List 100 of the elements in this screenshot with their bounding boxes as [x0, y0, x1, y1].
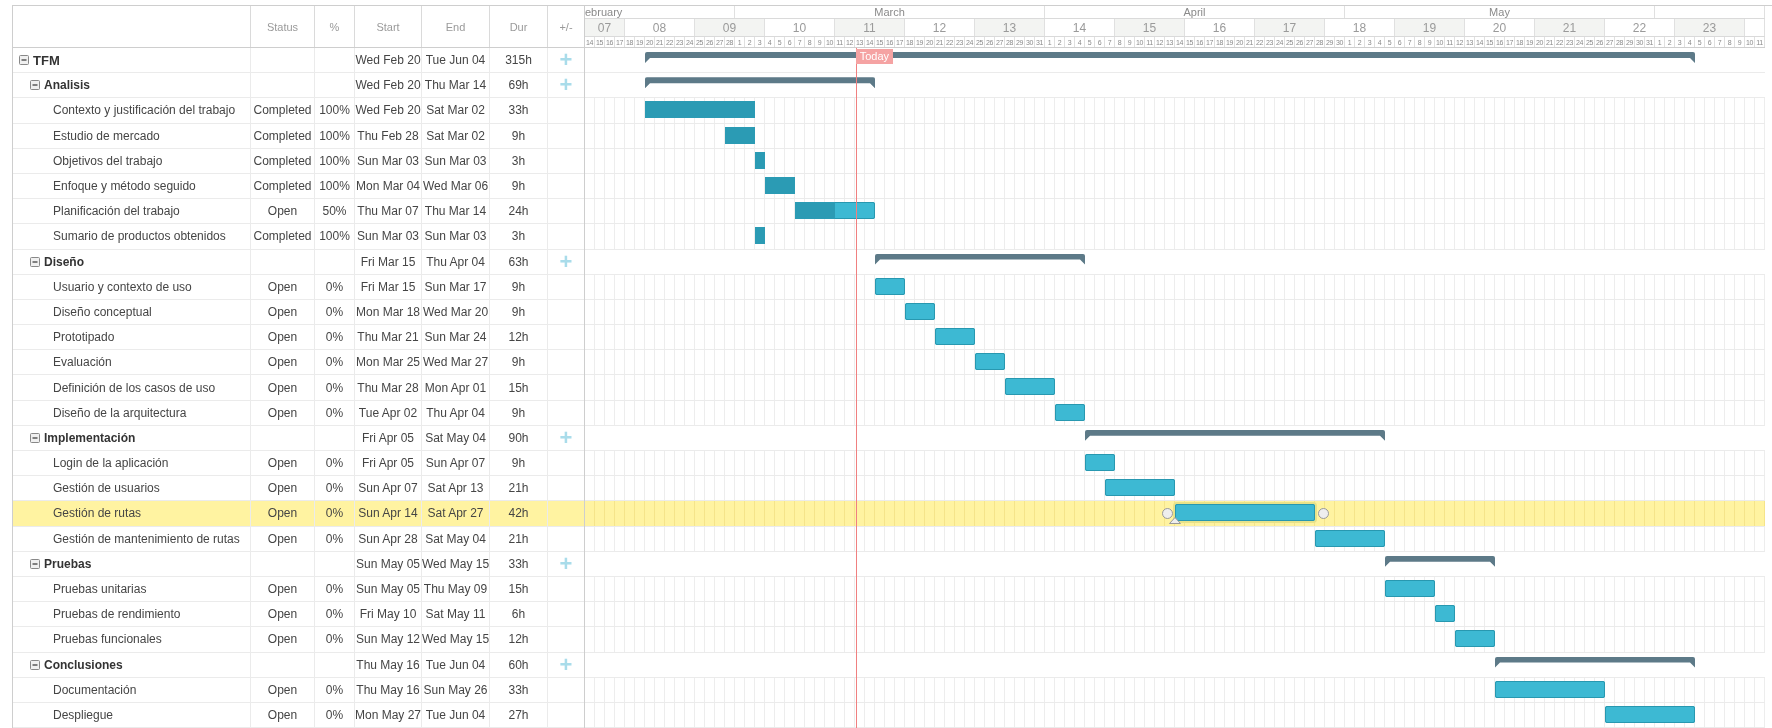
- task-bar[interactable]: [905, 302, 935, 320]
- week-label: 19: [1422, 20, 1437, 35]
- start-date: Thu May 16: [356, 682, 420, 697]
- end-date: Sat May 04: [425, 531, 486, 546]
- duration-text: 9h: [511, 304, 526, 319]
- duration-text: 315h: [505, 53, 532, 68]
- summary-bar[interactable]: [875, 253, 1085, 265]
- task-bar[interactable]: [755, 227, 765, 245]
- task-bar[interactable]: [725, 126, 755, 144]
- collapse-icon[interactable]: [30, 558, 40, 569]
- start-date: Thu Mar 28: [357, 380, 419, 395]
- collapse-icon[interactable]: [30, 432, 40, 443]
- task-row[interactable]: Gestión de rutas Open 0% Sun Apr 14 Sat Apr 27 42h: [13, 501, 584, 527]
- task-row[interactable]: Evaluación Open 0% Mon Mar 25 Wed Mar 27 9h: [13, 350, 584, 376]
- task-row[interactable]: Usuario y contexto de uso Open 0% Fri Mar 15 Sun Mar 17 9h: [13, 274, 584, 300]
- task-row[interactable]: Despliegue Open 0% Mon May 27 Tue Jun 04 27h: [13, 702, 584, 728]
- task-bar[interactable]: [1055, 403, 1085, 421]
- task-bar[interactable]: [1455, 630, 1495, 648]
- end-date: Sun Mar 03: [424, 153, 487, 168]
- collapse-icon[interactable]: [30, 80, 40, 91]
- task-name: Gestión de mantenimiento de rutas: [53, 531, 240, 546]
- task-row[interactable]: Pruebas Sun May 05Wed May 15 33h +: [13, 551, 584, 577]
- task-row[interactable]: Conclusiones Thu May 16 Tue Jun 04 60h +: [13, 652, 584, 678]
- task-bar[interactable]: [1105, 479, 1175, 497]
- task-row[interactable]: Diseño Fri Mar 15 Thu Apr 04 63h +: [13, 249, 584, 275]
- task-name: Contexto y justificación del trabajo: [53, 103, 236, 118]
- task-row[interactable]: Gestión de mantenimiento de rutas Open 0% Sun Apr 28 Sat May 04 21h: [13, 526, 584, 552]
- task-name: Gestión de usuarios: [53, 481, 160, 496]
- start-date: Sun May 05: [355, 556, 420, 571]
- task-bar[interactable]: [935, 328, 975, 346]
- task-bar[interactable]: [755, 151, 765, 169]
- task-bar[interactable]: [1605, 705, 1695, 723]
- task-row[interactable]: Login de la aplicación Open 0% Fri Apr 05 Sun Apr 07 9h: [13, 451, 584, 477]
- task-row[interactable]: Analisis Wed Feb 20 Thu Mar 14 69h +: [13, 73, 584, 99]
- task-row[interactable]: Prototipado Open 0% Thu Mar 21 Sun Mar 24 12h: [13, 325, 584, 351]
- task-bar[interactable]: [1315, 529, 1385, 547]
- task-row[interactable]: Pruebas unitarias Open 0% Sun May 05 Thu May 09 15h: [13, 576, 584, 603]
- status-text: Completed: [253, 128, 312, 143]
- end-date: Sun May 26: [423, 682, 488, 697]
- end-date: Sat Apr 27: [427, 506, 484, 521]
- today-label: Today: [855, 49, 894, 64]
- month-label: April: [1183, 6, 1206, 18]
- task-row[interactable]: Definición de los casos de uso Open 0% Thu Mar 28 Mon Apr 01 15h: [13, 375, 584, 401]
- task-name: Definición de los casos de uso: [53, 380, 216, 395]
- duration-text: 9h: [511, 179, 526, 194]
- task-row[interactable]: Enfoque y método seguido Completed 100% Mon Mar 04 Wed Mar 06 9h: [13, 173, 584, 200]
- task-bar[interactable]: [1175, 504, 1315, 522]
- task-row[interactable]: Sumario de productos obtenidos Completed 100% Sun Mar 03 Sun Mar 03 3h: [13, 224, 584, 250]
- task-row[interactable]: Pruebas de rendimiento Open 0% Fri May 10 Sat May 11 6h: [13, 602, 584, 628]
- task-name: Diseño: [44, 254, 84, 269]
- task-bar[interactable]: [1435, 605, 1455, 623]
- collapse-icon[interactable]: [30, 659, 40, 670]
- task-row[interactable]: Objetivos del trabajo Completed 100% Sun Mar 03 Sun Mar 03 3h: [13, 148, 584, 174]
- status-text: Open: [267, 707, 298, 722]
- task-row[interactable]: Implementación Fri Apr 05 Sat May 04 90h +: [13, 425, 584, 451]
- status-text: Completed: [253, 103, 312, 118]
- summary-bar[interactable]: [645, 77, 875, 89]
- summary-bar[interactable]: [1495, 656, 1695, 668]
- end-date: Thu May 09: [423, 582, 488, 597]
- task-bar[interactable]: [975, 353, 1005, 371]
- task-row[interactable]: Diseño de la arquitectura Open 0% Tue Apr 02 Thu Apr 04 9h: [13, 400, 584, 426]
- task-name: Diseño conceptual: [53, 304, 152, 319]
- summary-bar[interactable]: [1085, 429, 1385, 441]
- week-label: 18: [1352, 20, 1367, 35]
- summary-bar[interactable]: [645, 52, 1695, 63]
- week-label: 11: [863, 20, 876, 35]
- status-text: Open: [267, 456, 298, 471]
- duration-text: 27h: [508, 707, 529, 722]
- task-name: Diseño de la arquitectura: [53, 405, 187, 420]
- task-row[interactable]: Planificación del trabajo Open 50% Thu Mar 07 Thu Mar 14 24h: [13, 199, 584, 225]
- task-row[interactable]: Contexto y justificación del trabajo Completed 100% Wed Feb 20 Sat Mar 02 33h: [13, 98, 584, 124]
- end-date: Sat Apr 13: [427, 481, 484, 496]
- duration-text: 42h: [508, 506, 529, 521]
- task-row[interactable]: Diseño conceptual Open 0% Mon Mar 18 Wed Mar 20 9h: [13, 299, 584, 326]
- task-row[interactable]: TFM Wed Feb 20 Tue Jun 04 315h +: [13, 48, 584, 74]
- task-row[interactable]: Estudio de mercado Completed 100% Thu Feb 28 Sat Mar 02 9h: [13, 123, 584, 149]
- progress-text: 0%: [325, 279, 344, 294]
- end-date: Thu Apr 04: [426, 405, 485, 420]
- start-date: Fri May 10: [359, 607, 417, 622]
- task-bar[interactable]: [1005, 378, 1055, 396]
- task-bar[interactable]: [795, 202, 875, 220]
- progress-text: 0%: [325, 582, 344, 597]
- task-bar[interactable]: [1385, 579, 1435, 597]
- status-text: Open: [267, 682, 298, 697]
- task-bar[interactable]: [645, 101, 755, 119]
- task-bar[interactable]: [765, 176, 795, 194]
- task-bar[interactable]: [875, 277, 905, 295]
- collapse-icon[interactable]: [30, 256, 40, 267]
- task-row[interactable]: Documentación Open 0% Thu May 16 Sun May 26 33h: [13, 677, 584, 703]
- task-bar[interactable]: [1495, 680, 1605, 698]
- status-text: Open: [267, 405, 298, 420]
- collapse-icon[interactable]: [19, 55, 29, 66]
- week-label: 21: [1562, 20, 1577, 35]
- summary-bar[interactable]: [1385, 555, 1495, 567]
- month-label: March: [874, 6, 905, 18]
- start-date: Sun Apr 07: [358, 481, 418, 496]
- link-handle-icon[interactable]: [1318, 508, 1329, 520]
- end-date: Sun Mar 03: [424, 229, 487, 244]
- link-handle-icon[interactable]: [1162, 508, 1173, 520]
- task-row[interactable]: Pruebas funcionales Open 0% Sun May 12Wed May 15 12h: [13, 627, 584, 653]
